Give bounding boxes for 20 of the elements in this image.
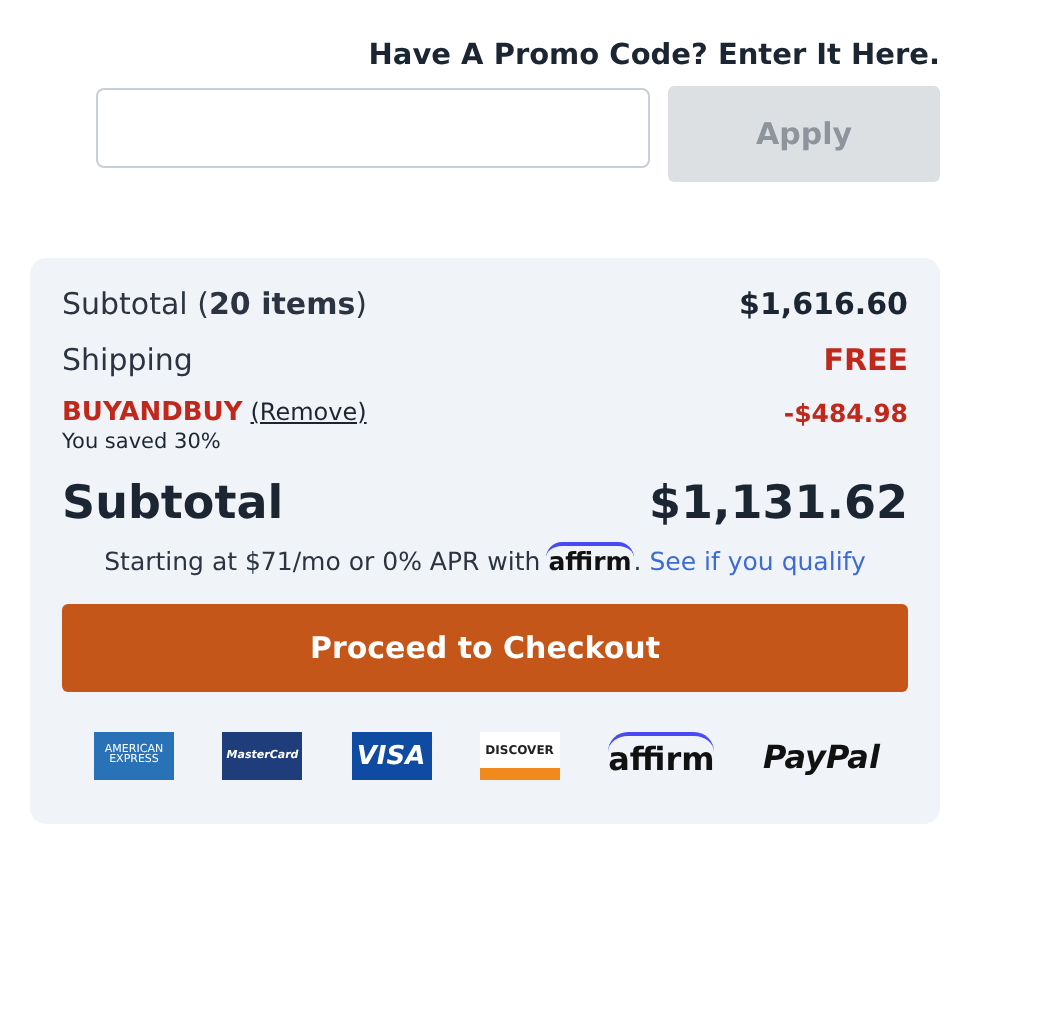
paypal-logo: PayPal — [763, 735, 880, 779]
discount-value: -$484.98 — [783, 398, 908, 428]
affirm-logo: affirm — [546, 542, 634, 576]
promo-heading: Have A Promo Code? Enter It Here. — [368, 40, 940, 72]
promo-code-field[interactable] — [96, 88, 650, 168]
shipping-label: Shipping — [62, 342, 193, 378]
total-value: $1,131.62 — [649, 478, 908, 530]
savings-note: You saved 30% — [62, 430, 223, 454]
subtotal-value: $1,616.60 — [739, 286, 908, 322]
affirm-logo: affirm — [608, 732, 715, 780]
visa-logo: VISA — [351, 732, 432, 780]
subtotal-label: Subtotal (20 items) — [62, 286, 367, 322]
remove-link[interactable]: (Remove) — [250, 398, 367, 426]
checkout-button[interactable]: Proceed to Checkout — [62, 604, 908, 692]
coupon-code: BUYANDBUY — [62, 398, 243, 428]
financing-period: . — [633, 546, 642, 576]
total-label: Subtotal — [62, 478, 284, 530]
shipping-value: FREE — [823, 342, 908, 378]
qualify-link[interactable]: See if you qualify — [649, 546, 866, 576]
financing-text: Starting at $71/mo or 0% APR with — [104, 546, 541, 576]
